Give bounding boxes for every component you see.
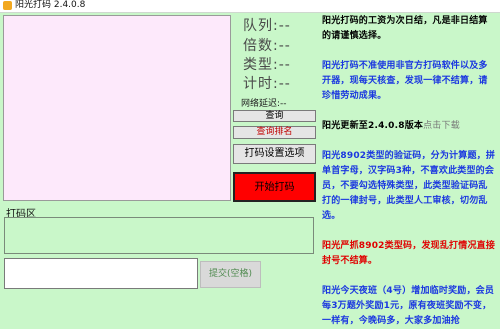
download-link[interactable]: 点击下载	[423, 121, 460, 131]
answer-input[interactable]	[4, 258, 198, 289]
notice-payday: 阳光打码的工资为次日结，凡是非日结算的请谨慎选择。	[322, 16, 488, 41]
notice-update: 阳光更新至2.4.0.8版本点击下载	[322, 119, 496, 134]
notice-8902-type: 阳光8902类型的验证码，分为计算题，拼单首字母，汉字码3种，不喜欢此类型的会员…	[322, 151, 496, 221]
typing-settings-button[interactable]: 打码设置选项	[233, 144, 316, 164]
captcha-preview	[3, 15, 231, 201]
notice-panel: 阳光打码的工资为次日结，凡是非日结算的请谨慎选择。 阳光打码不准使用非官方打码软…	[322, 14, 496, 328]
typing-area	[4, 217, 314, 254]
notice-warning: 阳光严抓8902类型码，发现乱打情况直接封号不结算。	[322, 241, 496, 266]
notice-night-bonus: 阳光今天夜班（4号）增加临时奖励，会员每3万题外奖励1元，原有夜班奖励不变，一样…	[322, 286, 495, 326]
start-typing-button[interactable]: 开始打码	[233, 172, 316, 202]
query-rank-button[interactable]: 查询排名	[233, 126, 316, 139]
notice-update-text: 阳光更新至2.4.0.8版本	[322, 121, 424, 131]
notice-rules: 阳光打码不准使用非官方打码软件以及多开器，现每天核查，发现一律不结算，请珍惜劳动…	[322, 61, 488, 101]
query-button[interactable]: 查询	[233, 110, 316, 122]
submit-button[interactable]: 提交(空格)	[200, 261, 261, 288]
title-bar: 阳光打码 2.4.0.8	[0, 0, 500, 13]
multiplier-stat: 倍数:--	[243, 38, 291, 54]
type-stat: 类型:--	[243, 57, 291, 73]
queue-stat: 队列:--	[243, 18, 291, 34]
network-latency: 网络延迟:--	[241, 99, 287, 109]
window-title: 阳光打码 2.4.0.8	[15, 0, 86, 10]
app-icon	[3, 1, 12, 10]
timer-stat: 计时:--	[243, 76, 291, 92]
